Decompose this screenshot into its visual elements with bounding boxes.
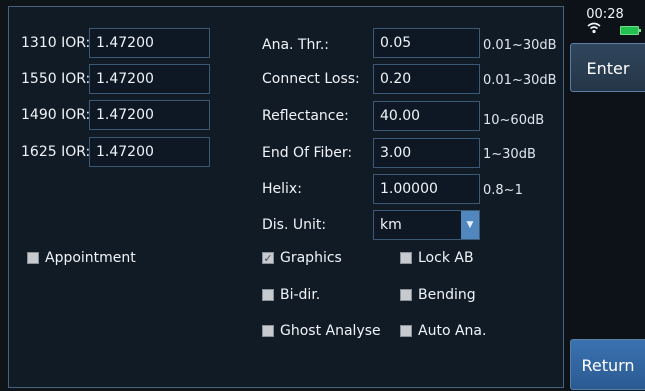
wifi-icon xyxy=(587,22,601,34)
connect-loss-range: 0.01~30dB xyxy=(483,73,557,88)
end-of-fiber-label: End Of Fiber: xyxy=(262,145,353,161)
bi-dir-label: Bi-dir. xyxy=(280,287,321,303)
dis-unit-label: Dis. Unit: xyxy=(262,217,327,233)
ghost-analyse-label: Ghost Analyse xyxy=(280,323,381,339)
clock: 00:28 xyxy=(586,7,624,22)
return-button[interactable]: Return xyxy=(570,339,645,390)
dis-unit-select[interactable]: km ▼ xyxy=(373,210,480,240)
end-of-fiber-input[interactable] xyxy=(373,138,480,168)
chevron-down-icon[interactable]: ▼ xyxy=(461,211,479,239)
auto-ana-checkbox[interactable]: Auto Ana. xyxy=(400,323,486,339)
right-sidebar: 00:28 Enter Return xyxy=(565,0,645,390)
helix-range: 0.8~1 xyxy=(483,183,523,198)
lock-ab-checkbox[interactable]: Lock AB xyxy=(400,250,474,266)
checkbox-checked-icon xyxy=(262,252,274,264)
enter-button[interactable]: Enter xyxy=(570,43,645,92)
graphics-checkbox[interactable]: Graphics xyxy=(262,250,342,266)
bi-dir-checkbox[interactable]: Bi-dir. xyxy=(262,287,320,303)
appointment-checkbox[interactable]: Appointment xyxy=(27,250,136,266)
reflectance-range: 10~60dB xyxy=(483,113,545,128)
checkbox-icon xyxy=(400,252,412,264)
ior-1490-input[interactable] xyxy=(89,100,210,130)
ior-1625-input[interactable] xyxy=(89,137,210,167)
checkbox-icon xyxy=(400,289,412,301)
ior-1310-label: 1310 IOR: xyxy=(21,35,91,51)
bending-label: Bending xyxy=(418,287,476,303)
lock-ab-label: Lock AB xyxy=(418,250,474,266)
ior-1550-label: 1550 IOR: xyxy=(21,71,91,87)
ior-1310-input[interactable] xyxy=(89,28,210,58)
checkbox-icon xyxy=(262,289,274,301)
connect-loss-label: Connect Loss: xyxy=(262,71,360,87)
graphics-label: Graphics xyxy=(280,250,342,266)
checkbox-icon xyxy=(262,325,274,337)
bending-checkbox[interactable]: Bending xyxy=(400,287,476,303)
ior-1490-label: 1490 IOR: xyxy=(21,107,91,123)
settings-panel: 1310 IOR: 1550 IOR: 1490 IOR: 1625 IOR: … xyxy=(8,6,564,388)
ana-thr-input[interactable] xyxy=(373,28,480,58)
ior-1625-label: 1625 IOR: xyxy=(21,144,91,160)
reflectance-label: Reflectance: xyxy=(262,108,349,124)
ghost-analyse-checkbox[interactable]: Ghost Analyse xyxy=(262,323,381,339)
helix-label: Helix: xyxy=(262,181,302,197)
checkbox-icon xyxy=(27,252,39,264)
helix-input[interactable] xyxy=(373,174,480,204)
auto-ana-label: Auto Ana. xyxy=(418,323,487,339)
appointment-label: Appointment xyxy=(45,250,136,266)
ana-thr-label: Ana. Thr.: xyxy=(262,37,329,53)
reflectance-input[interactable] xyxy=(373,101,480,131)
dis-unit-value: km xyxy=(380,217,402,233)
battery-icon xyxy=(620,26,641,35)
end-of-fiber-range: 1~30dB xyxy=(483,147,536,162)
checkbox-icon xyxy=(400,325,412,337)
connect-loss-input[interactable] xyxy=(373,64,480,94)
ana-thr-range: 0.01~30dB xyxy=(483,38,557,53)
ior-1550-input[interactable] xyxy=(89,64,210,94)
